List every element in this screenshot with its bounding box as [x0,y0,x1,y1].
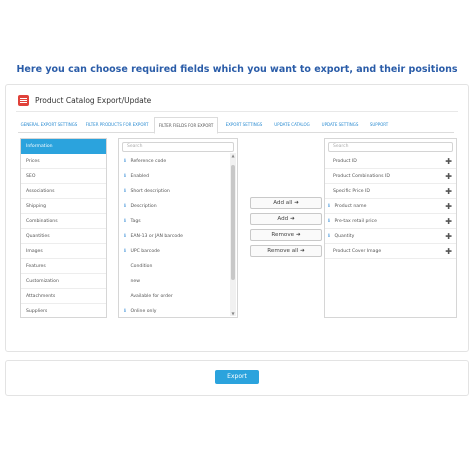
available-field-enabled[interactable]: i Enabled [119,169,229,184]
available-field-condition[interactable]: Condition [119,259,229,274]
scrollbar-thumb[interactable] [231,165,235,280]
available-search-input[interactable]: Search [122,142,234,152]
tab-bar: GENERAL EXPORT SETTINGS FILTER PRODUCTS … [18,117,454,134]
category-item-images[interactable]: Images [21,244,106,259]
info-icon: i [328,233,330,239]
available-field-new[interactable]: new [119,274,229,289]
move-icon[interactable]: ✚ [445,154,452,169]
category-list: Information Prices SEO Associations Ship… [20,138,107,318]
info-icon: i [124,173,126,179]
field-label: Product Combinations ID [333,174,390,179]
available-field-available-for-order[interactable]: Available for order [119,289,229,304]
scroll-up-icon[interactable]: ▲ [230,153,236,158]
scrollbar[interactable]: ▲ ▼ [230,153,236,316]
category-item-combinations[interactable]: Combinations [21,214,106,229]
field-label: Quantity [334,234,355,239]
field-label: Product ID [333,159,357,164]
field-label: Available for order [130,294,173,299]
available-fields-list: Search i Reference code i Enabled i Shor… [118,138,238,318]
divider [16,111,458,112]
field-label: Specific Price ID [333,189,370,194]
category-item-information[interactable]: Information [21,139,106,154]
add-all-button[interactable]: Add all ➜ [250,197,322,209]
field-label: Product name [334,204,367,209]
tab-update-settings[interactable]: UPDATE SETTINGS [318,117,362,133]
info-icon: i [124,308,126,314]
available-field-online-only[interactable]: i Online only [119,304,229,319]
tab-general-export-settings[interactable]: GENERAL EXPORT SETTINGS [18,117,80,133]
move-icon[interactable]: ✚ [445,169,452,184]
category-item-shipping[interactable]: Shipping [21,199,106,214]
available-field-upc[interactable]: i UPC barcode [119,244,229,259]
available-field-tags[interactable]: i Tags [119,214,229,229]
field-label: EAN-13 or JAN barcode [130,234,183,239]
panel-title: Product Catalog Export/Update [35,95,152,105]
category-item-seo[interactable]: SEO [21,169,106,184]
tab-filter-fields[interactable]: FILTER FIELDS FOR EXPORT [154,117,218,134]
available-field-short-description[interactable]: i Short description [119,184,229,199]
info-icon: i [124,158,126,164]
available-field-description[interactable]: i Description [119,199,229,214]
remove-all-button[interactable]: Remove all ➜ [250,245,322,257]
export-button[interactable]: Export [215,370,259,384]
info-icon: i [328,203,330,209]
field-label: Tags [130,219,141,224]
info-icon: i [124,233,126,239]
field-label: UPC barcode [130,249,160,254]
category-item-features[interactable]: Features [21,259,106,274]
move-icon[interactable]: ✚ [445,229,452,244]
field-label: Enabled [130,174,150,179]
category-item-associations[interactable]: Associations [21,184,106,199]
info-icon: i [124,188,126,194]
field-label: Short description [130,189,170,194]
category-item-prices[interactable]: Prices [21,154,106,169]
field-label: new [130,279,140,284]
panel-header: Product Catalog Export/Update [18,93,151,107]
remove-button[interactable]: Remove ➜ [250,229,322,241]
available-field-ean13[interactable]: i EAN-13 or JAN barcode [119,229,229,244]
selected-fields-list: Search Product ID ✚ Product Combinations … [324,138,457,318]
category-item-suppliers[interactable]: Suppliers [21,304,106,319]
field-label: Online only [130,309,157,314]
category-item-attachments[interactable]: Attachments [21,289,106,304]
tab-update-catalog[interactable]: UPDATE CATALOG [270,117,314,133]
category-item-quantities[interactable]: Quantities [21,229,106,244]
field-label: Condition [130,264,153,269]
category-item-customization[interactable]: Customization [21,274,106,289]
tab-support[interactable]: SUPPORT [366,117,392,133]
info-icon: i [328,218,330,224]
move-icon[interactable]: ✚ [445,199,452,214]
field-label: Product Cover Image [333,249,382,254]
scroll-down-icon[interactable]: ▼ [230,311,236,316]
selected-field-product-combinations-id[interactable]: Product Combinations ID ✚ [325,169,456,184]
move-icon[interactable]: ✚ [445,214,452,229]
export-footer: Export [5,360,469,396]
selected-field-specific-price-id[interactable]: Specific Price ID ✚ [325,184,456,199]
selected-field-product-name[interactable]: i Product name ✚ [325,199,456,214]
selected-field-product-cover-image[interactable]: Product Cover Image ✚ [325,244,456,259]
move-icon[interactable]: ✚ [445,244,452,259]
catalog-icon [18,94,29,106]
selected-field-product-id[interactable]: Product ID ✚ [325,154,456,169]
move-icon[interactable]: ✚ [445,184,452,199]
selected-field-quantity[interactable]: i Quantity ✚ [325,229,456,244]
add-button[interactable]: Add ➜ [250,213,322,225]
field-label: Pre-tax retail price [334,219,377,224]
tab-export-settings[interactable]: EXPORT SETTINGS [222,117,266,133]
field-label: Description [130,204,157,209]
tab-filter-products[interactable]: FILTER PRODUCTS FOR EXPORT [84,117,150,133]
export-panel: Product Catalog Export/Update GENERAL EX… [5,84,469,352]
selected-search-input[interactable]: Search [328,142,453,152]
info-icon: i [124,203,126,209]
selected-field-pre-tax-retail-price[interactable]: i Pre-tax retail price ✚ [325,214,456,229]
field-label: Reference code [130,159,167,164]
page-headline: Here you can choose required fields whic… [16,64,458,75]
info-icon: i [124,248,126,254]
available-field-reference-code[interactable]: i Reference code [119,154,229,169]
info-icon: i [124,218,126,224]
